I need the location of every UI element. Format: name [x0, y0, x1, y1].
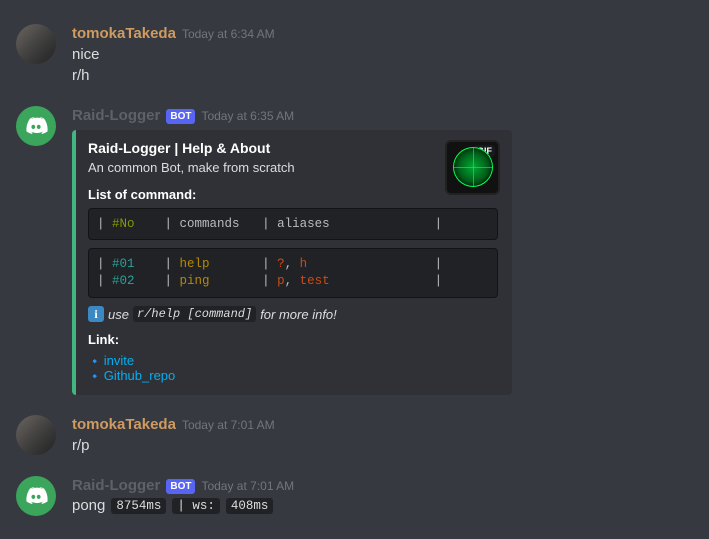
hint-text: for more info! [260, 307, 337, 322]
col-alias: aliases [277, 217, 330, 231]
message-header: tomokaTakeda Today at 6:34 AM [72, 24, 693, 44]
message-header: Raid-Logger BOT Today at 6:35 AM [72, 106, 693, 126]
row-cmd: ping [180, 274, 210, 288]
diamond-icon: 🔹 [88, 356, 102, 368]
row-alias: ? [277, 257, 285, 271]
username[interactable]: tomokaTakeda [72, 415, 176, 435]
col-cmd: commands [180, 217, 240, 231]
message: tomokaTakeda Today at 7:01 AM r/p [0, 411, 709, 460]
message-text: r/p [72, 436, 693, 456]
message: Raid-Logger BOT Today at 6:35 AM GIF Rai… [0, 102, 709, 399]
message-text: pong 8754ms | ws: 408ms [72, 497, 693, 514]
row-no: #01 [112, 257, 135, 271]
username[interactable]: tomokaTakeda [72, 24, 176, 44]
row-cmd: help [180, 257, 210, 271]
row-alias: h [300, 257, 308, 271]
row-no: #02 [112, 274, 135, 288]
embed: GIF Raid-Logger | Help & About An common… [72, 130, 512, 396]
timestamp: Today at 7:01 AM [201, 479, 294, 495]
embed-hint: i use r/help [command] for more info! [88, 306, 498, 322]
discord-logo-icon [24, 114, 48, 138]
pong-latency: 8754ms [111, 498, 166, 514]
info-icon: i [88, 306, 104, 322]
row-alias: test [300, 274, 330, 288]
avatar[interactable] [16, 476, 56, 516]
radar-icon [453, 147, 493, 187]
bot-tag: BOT [166, 479, 195, 494]
avatar[interactable] [16, 24, 56, 64]
timestamp: Today at 6:35 AM [201, 109, 294, 125]
avatar[interactable] [16, 106, 56, 146]
embed-link: 🔹Github_repo [88, 368, 498, 383]
bot-tag: BOT [166, 109, 195, 124]
diamond-icon: 🔹 [88, 371, 102, 383]
message-text: r/h [72, 66, 693, 86]
ws-label: | ws: [172, 498, 220, 514]
code-block-rows: | #01 | help | ?, h | | #02 | ping | p, … [88, 248, 498, 298]
timestamp: Today at 7:01 AM [182, 418, 275, 434]
discord-logo-icon [24, 484, 48, 508]
embed-description: An common Bot, make from scratch [88, 160, 498, 175]
username[interactable]: Raid-Logger [72, 106, 160, 126]
code-block-header: | #No | commands | aliases | [88, 208, 498, 241]
embed-thumbnail[interactable]: GIF [445, 140, 500, 195]
embed-field-title: Link: [88, 332, 498, 347]
invite-link[interactable]: invite [104, 353, 134, 368]
github-repo-link[interactable]: Github_repo [104, 368, 176, 383]
timestamp: Today at 6:34 AM [182, 27, 275, 43]
message-text: nice [72, 45, 693, 65]
embed-title: Raid-Logger | Help & About [88, 140, 498, 156]
message: tomokaTakeda Today at 6:34 AM nice r/h [0, 20, 709, 90]
message: Raid-Logger BOT Today at 7:01 AM pong 87… [0, 472, 709, 519]
col-no: #No [112, 217, 135, 231]
pong-label: pong [72, 497, 105, 514]
username[interactable]: Raid-Logger [72, 476, 160, 496]
hint-text: use [108, 307, 129, 322]
avatar[interactable] [16, 415, 56, 455]
inline-code: r/help [command] [133, 306, 256, 322]
row-alias: p [277, 274, 285, 288]
message-header: Raid-Logger BOT Today at 7:01 AM [72, 476, 693, 496]
ws-latency: 408ms [226, 498, 274, 514]
message-header: tomokaTakeda Today at 7:01 AM [72, 415, 693, 435]
embed-link: 🔹invite [88, 353, 498, 368]
embed-field-title: List of command: [88, 187, 498, 202]
